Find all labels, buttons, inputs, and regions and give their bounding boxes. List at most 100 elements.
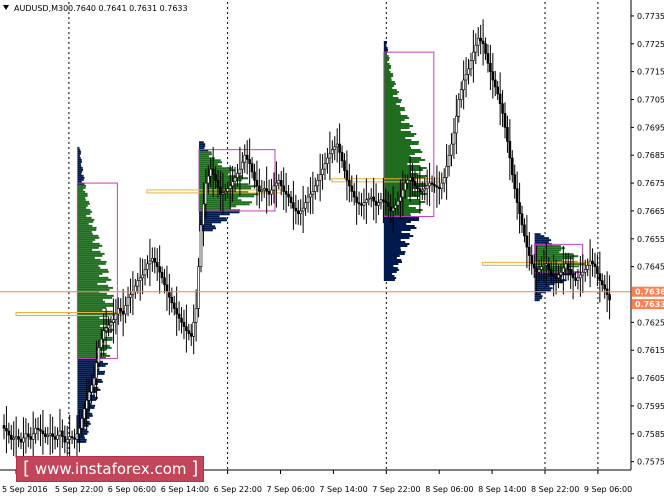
- candle-body: [479, 37, 482, 42]
- candle-body: [228, 185, 232, 189]
- profile-bar: [534, 239, 552, 242]
- candle-body: [343, 160, 346, 171]
- candle-body: [313, 185, 317, 192]
- profile-bar: [77, 224, 93, 227]
- profile-bar: [77, 330, 113, 333]
- profile-bar: [77, 214, 87, 217]
- price-chart[interactable]: 0.7636 0.7633 0.7735 0.7725 0.7715 0.7705 0.7…: [0, 0, 664, 498]
- candle-body: [520, 213, 524, 226]
- y-tick-label: 0.7705: [637, 96, 664, 105]
- candle-body: [498, 93, 502, 104]
- candle-body: [423, 188, 427, 191]
- candle-body: [598, 273, 602, 281]
- candle-body: [214, 174, 217, 181]
- candle-body: [382, 199, 385, 202]
- profile-bar: [77, 372, 105, 375]
- profile-bar: [77, 440, 87, 443]
- candle-body: [272, 185, 276, 191]
- profile-bar: [383, 251, 406, 253]
- candle-body: [304, 202, 307, 209]
- candle-body: [386, 202, 390, 208]
- candle-body: [238, 168, 242, 174]
- profile-bar: [383, 57, 390, 59]
- profile-bar: [77, 278, 112, 281]
- profile-bar: [383, 223, 407, 225]
- profile-bar: [77, 332, 103, 335]
- candle-body: [510, 157, 514, 176]
- profile-bar: [383, 161, 420, 163]
- profile-bar: [383, 81, 395, 83]
- candle-body: [53, 436, 57, 440]
- profile-bar: [77, 234, 99, 237]
- profile-bar: [383, 109, 405, 111]
- candle-body: [518, 202, 521, 215]
- y-tick-label: 0.7625: [637, 318, 664, 327]
- profile-bar: [77, 306, 107, 309]
- profile-bar: [383, 147, 412, 149]
- candle-body: [345, 170, 349, 181]
- profile-bar: [383, 217, 420, 219]
- profile-bar: [383, 103, 397, 105]
- profile-bar: [77, 236, 100, 239]
- profile-bar: [534, 283, 555, 286]
- candle-body: [394, 205, 397, 209]
- candle-body: [294, 207, 298, 212]
- profile-bar: [77, 282, 98, 285]
- candle-body: [350, 185, 354, 192]
- profile-bar: [198, 159, 221, 162]
- profile-bar: [383, 165, 421, 167]
- candle-body: [296, 210, 300, 215]
- profile-bar: [77, 254, 103, 257]
- profile-bar: [77, 196, 86, 199]
- candle-body: [306, 196, 310, 203]
- profile-bar: [77, 296, 113, 299]
- profile-bar: [383, 159, 426, 161]
- candle-body: [121, 310, 125, 315]
- profile-bar: [383, 65, 392, 67]
- candle-body: [160, 271, 164, 279]
- profile-bar: [77, 180, 82, 183]
- profile-bar: [383, 275, 395, 277]
- candle-body: [68, 436, 71, 440]
- candle-body: [233, 177, 237, 182]
- candle-body: [109, 322, 113, 326]
- profile-bar: [383, 73, 393, 75]
- candle-body: [51, 433, 54, 437]
- profile-bar: [198, 163, 218, 166]
- candle-body: [9, 434, 13, 440]
- candle-body: [532, 263, 536, 269]
- profile-bar: [77, 246, 99, 249]
- candle-body: [136, 280, 140, 287]
- candle-body: [554, 276, 558, 279]
- profile-bar: [77, 194, 88, 197]
- candle-body: [197, 266, 200, 309]
- profile-bar: [77, 228, 97, 231]
- candle-body: [172, 302, 176, 309]
- x-tick-label: 6 Sep 22:00: [214, 485, 262, 494]
- profile-bar: [383, 279, 395, 281]
- profile-bar: [77, 380, 103, 383]
- profile-bar: [77, 204, 88, 207]
- candle-body: [112, 319, 115, 323]
- profile-bar: [383, 41, 387, 43]
- profile-bar: [383, 75, 394, 77]
- candle-body: [41, 430, 45, 435]
- profile-bar: [383, 219, 419, 221]
- profile-bar: [383, 249, 401, 251]
- candle-body: [216, 179, 220, 188]
- profile-bar: [77, 188, 84, 191]
- candle-body: [340, 152, 344, 162]
- candle-body: [163, 277, 166, 286]
- profile-bar: [77, 274, 100, 277]
- profile-bar: [383, 95, 394, 97]
- candle-body: [151, 257, 154, 262]
- profile-bar: [77, 164, 82, 167]
- candle-body: [372, 196, 375, 202]
- profile-bar: [383, 97, 399, 99]
- candle-body: [206, 175, 210, 184]
- candle-body: [146, 263, 149, 270]
- candle-body: [221, 192, 225, 195]
- candle-body: [408, 177, 412, 181]
- profile-bar: [77, 308, 103, 311]
- candle-body: [559, 271, 563, 276]
